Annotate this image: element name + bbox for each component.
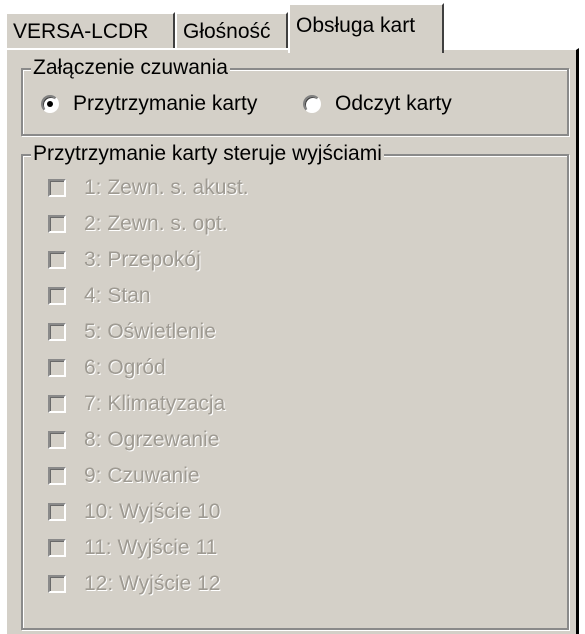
output-checkbox-11[interactable]: 11: Wyjście 11 xyxy=(48,536,217,560)
tab-label: VERSA-LCDR xyxy=(13,20,149,43)
radio-label: Przytrzymanie karty xyxy=(73,92,258,115)
checkbox-label: 9: Czuwanie xyxy=(84,464,200,487)
checkbox-icon xyxy=(48,395,66,413)
checkbox-icon xyxy=(48,179,66,197)
checkbox-icon xyxy=(48,323,66,341)
checkbox-icon xyxy=(48,575,66,593)
outputs-title: Przytrzymanie karty steruje wyjściami xyxy=(31,142,384,166)
checkbox-label: 8: Ogrzewanie xyxy=(84,428,220,451)
checkbox-label: 2: Zewn. s. opt. xyxy=(84,212,228,235)
tab-strip: VERSA-LCDR Głośność Obsługa kart xyxy=(0,0,585,53)
output-checkbox-4[interactable]: 4: Stan xyxy=(48,284,151,308)
checkbox-icon xyxy=(48,359,66,377)
checkbox-icon xyxy=(48,503,66,521)
radio-card-read[interactable]: Odczyt karty xyxy=(303,92,452,116)
tab-label: Głośność xyxy=(183,20,271,43)
output-checkbox-10[interactable]: 10: Wyjście 10 xyxy=(48,500,220,524)
checkbox-icon xyxy=(48,215,66,233)
output-checkbox-1[interactable]: 1: Zewn. s. akust. xyxy=(48,176,249,200)
tab-glosnosc[interactable]: Głośność xyxy=(175,12,288,50)
checkbox-icon xyxy=(48,251,66,269)
arming-mode-groupbox: Załączenie czuwania Przytrzymanie karty … xyxy=(21,56,569,136)
radio-unselected-icon xyxy=(303,95,321,113)
tab-obsluga-kart[interactable]: Obsługa kart xyxy=(288,3,444,53)
tab-label: Obsługa kart xyxy=(296,14,416,37)
checkbox-icon xyxy=(48,539,66,557)
output-checkbox-7[interactable]: 7: Klimatyzacja xyxy=(48,392,225,416)
output-checkbox-6[interactable]: 6: Ogród xyxy=(48,356,166,380)
output-checkbox-5[interactable]: 5: Oświetlenie xyxy=(48,320,216,344)
arming-mode-title: Załączenie czuwania xyxy=(31,56,230,80)
checkbox-label: 4: Stan xyxy=(84,284,151,307)
output-checkbox-8[interactable]: 8: Ogrzewanie xyxy=(48,428,219,452)
radio-label: Odczyt karty xyxy=(335,92,452,115)
checkbox-label: 7: Klimatyzacja xyxy=(84,392,226,415)
tab-versa-lcdr[interactable]: VERSA-LCDR xyxy=(5,12,175,50)
output-checkbox-9[interactable]: 9: Czuwanie xyxy=(48,464,200,488)
checkbox-label: 1: Zewn. s. akust. xyxy=(84,176,249,199)
checkbox-icon xyxy=(48,287,66,305)
checkbox-label: 5: Oświetlenie xyxy=(84,320,216,343)
checkbox-label: 10: Wyjście 10 xyxy=(84,500,221,523)
output-checkbox-3[interactable]: 3: Przepokój xyxy=(48,248,201,272)
radio-selected-icon xyxy=(41,95,59,113)
checkbox-icon xyxy=(48,431,66,449)
checkbox-icon xyxy=(48,467,66,485)
output-checkbox-12[interactable]: 12: Wyjście 12 xyxy=(48,572,220,596)
checkbox-label: 12: Wyjście 12 xyxy=(84,572,221,595)
output-checkbox-2[interactable]: 2: Zewn. s. opt. xyxy=(48,212,228,236)
tab-page-obsluga-kart: Załączenie czuwania Przytrzymanie karty … xyxy=(5,48,579,634)
radio-card-hold[interactable]: Przytrzymanie karty xyxy=(41,92,257,116)
checkbox-label: 6: Ogród xyxy=(84,356,166,379)
checkbox-label: 11: Wyjście 11 xyxy=(84,536,218,559)
outputs-groupbox: Przytrzymanie karty steruje wyjściami 1:… xyxy=(21,142,569,630)
checkbox-label: 3: Przepokój xyxy=(84,248,201,271)
